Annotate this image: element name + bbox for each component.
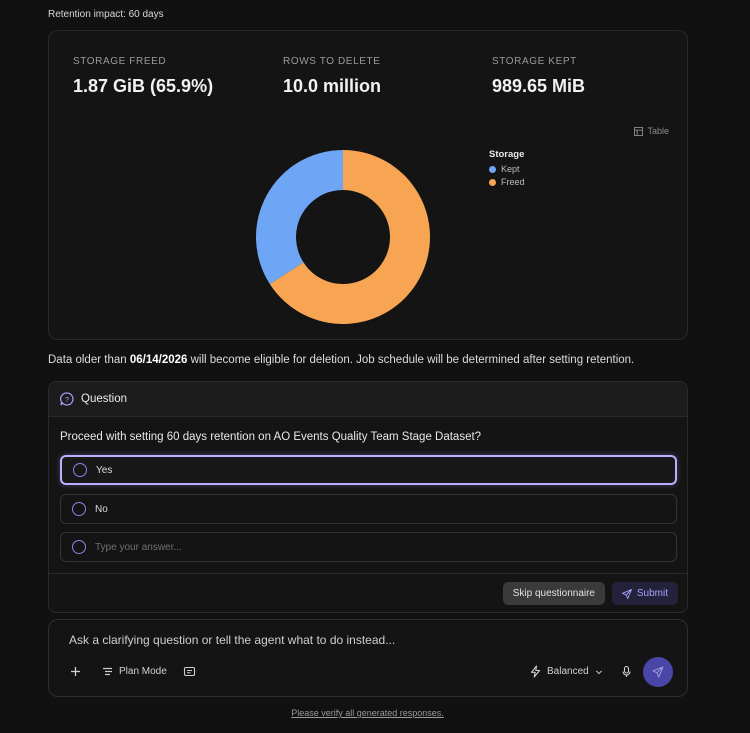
lightning-icon (530, 665, 541, 678)
stat-label: STORAGE FREED (73, 56, 167, 67)
radio-circle-icon (72, 502, 86, 516)
context-card-icon (183, 666, 196, 677)
table-toggle-label: Table (647, 126, 669, 136)
option-label: No (95, 503, 108, 515)
legend-item-freed: Freed (489, 176, 525, 189)
send-icon (621, 588, 632, 599)
stat-storage-freed: STORAGE FREED 1.87 GiB (65.9%) (73, 56, 213, 97)
legend-item-kept: Kept (489, 163, 525, 176)
question-footer: Skip questionnaire Submit (49, 573, 687, 612)
skip-questionnaire-button[interactable]: Skip questionnaire (502, 582, 605, 605)
stat-value: 10.0 million (283, 76, 382, 96)
custom-answer-input[interactable] (95, 541, 655, 553)
impact-card: STORAGE FREED 1.87 GiB (65.9%) ROWS TO D… (48, 30, 688, 340)
option-yes[interactable]: Yes (60, 455, 677, 485)
donut-slice-kept (256, 150, 343, 285)
legend-swatch-freed (489, 179, 496, 186)
stat-value: 1.87 GiB (65.9%) (73, 76, 214, 96)
submit-button[interactable]: Submit (611, 582, 678, 605)
info-prefix: Data older than (48, 354, 130, 366)
question-text: Proceed with setting 60 days retention o… (60, 431, 482, 443)
radio-circle-icon (72, 540, 86, 554)
storage-donut-chart (256, 150, 431, 324)
model-label: Balanced (547, 666, 589, 677)
model-selector[interactable]: Balanced (529, 665, 604, 678)
plan-mode-label: Plan Mode (119, 666, 167, 677)
context-button[interactable] (183, 665, 196, 678)
legend-title: Storage (489, 149, 525, 160)
microphone-icon (622, 665, 631, 677)
add-button[interactable] (69, 665, 82, 678)
legend-label: Kept (501, 164, 520, 174)
table-toggle-button[interactable]: Table (634, 126, 669, 136)
stat-label: STORAGE KEPT (492, 56, 577, 67)
retention-caption: Retention impact: 60 days (48, 9, 164, 20)
composer-input[interactable] (69, 633, 629, 647)
info-suffix: will become eligible for deletion. Job s… (187, 354, 635, 366)
composer: Plan Mode Balanced (48, 619, 688, 697)
deletion-info-text: Data older than 06/14/2026 will become e… (48, 354, 634, 366)
stat-label: ROWS TO DELETE (283, 56, 381, 67)
plan-list-icon (103, 667, 112, 676)
send-button[interactable] (643, 657, 673, 687)
microphone-button[interactable] (620, 665, 633, 678)
option-no[interactable]: No (60, 494, 677, 524)
stat-storage-kept: STORAGE KEPT 989.65 MiB (492, 56, 585, 97)
chevron-down-icon (595, 670, 602, 674)
stat-value: 989.65 MiB (492, 76, 586, 96)
stat-rows-to-delete: ROWS TO DELETE 10.0 million (283, 56, 381, 97)
verify-responses-link[interactable]: Please verify all generated responses. (0, 708, 735, 718)
option-custom-answer[interactable] (60, 532, 677, 562)
question-bubble-icon: ? (60, 392, 74, 406)
chart-legend: Storage Kept Freed (489, 149, 525, 189)
submit-label: Submit (636, 588, 668, 599)
legend-swatch-kept (489, 166, 496, 173)
svg-text:?: ? (65, 395, 69, 404)
option-label: Yes (96, 464, 113, 476)
info-date: 06/14/2026 (129, 354, 188, 366)
send-icon (652, 666, 664, 678)
question-header-label: Question (81, 393, 128, 405)
table-icon (634, 126, 644, 136)
plus-icon (71, 667, 80, 676)
question-header: ? Question (49, 382, 687, 417)
plan-mode-button[interactable]: Plan Mode (101, 665, 167, 678)
radio-circle-icon (73, 463, 87, 477)
legend-label: Freed (501, 177, 525, 187)
question-card: ? Question Proceed with setting 60 days … (48, 381, 688, 613)
